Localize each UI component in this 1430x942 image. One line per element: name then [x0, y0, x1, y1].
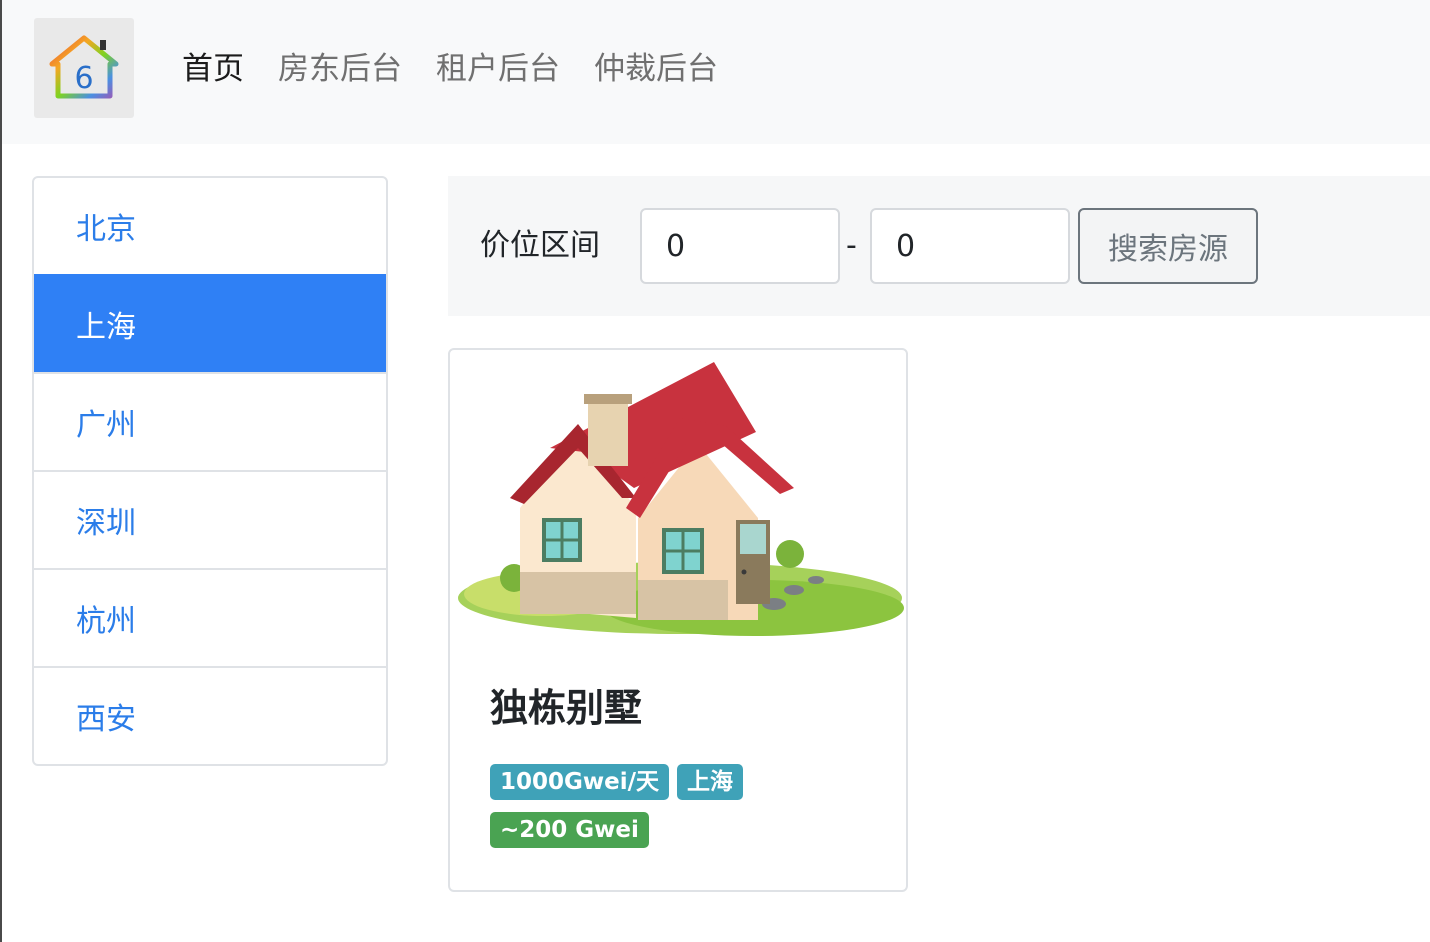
deposit-badge: ~200 Gwei [490, 812, 649, 848]
nav-home-link[interactable]: 首页 [182, 44, 244, 94]
home-logo-icon[interactable]: 6 [34, 18, 134, 118]
top-navbar: 6 首页 房东后台 租户后台 仲裁后台 [2, 0, 1430, 144]
nav-arbitration-link[interactable]: 仲裁后台 [594, 44, 718, 94]
city-item-shenzhen[interactable]: 深圳 [34, 470, 386, 568]
listing-badges: 1000Gwei/天 上海 ~200 Gwei [490, 764, 890, 860]
price-range-separator: - [846, 228, 857, 263]
nav-landlord-link[interactable]: 房东后台 [278, 44, 402, 94]
price-filter-bar: 价位区间 - 搜索房源 [448, 176, 1430, 316]
nav-tenant-link[interactable]: 租户后台 [436, 44, 560, 94]
city-item-guangzhou[interactable]: 广州 [34, 372, 386, 470]
city-list: 北京 上海 广州 深圳 杭州 西安 [32, 176, 388, 766]
house-illustration [458, 362, 904, 636]
price-max-input[interactable] [870, 208, 1070, 284]
svg-text:6: 6 [74, 61, 93, 96]
city-item-shanghai[interactable]: 上海 [34, 274, 386, 372]
price-range-label: 价位区间 [480, 228, 600, 263]
city-item-beijing[interactable]: 北京 [34, 178, 386, 274]
city-item-xian[interactable]: 西安 [34, 666, 386, 764]
price-min-input[interactable] [640, 208, 840, 284]
main-nav: 首页 房东后台 租户后台 仲裁后台 [182, 44, 718, 94]
city-badge: 上海 [677, 764, 744, 800]
listing-title[interactable]: 独栋别墅 [490, 682, 642, 734]
listing-card[interactable]: 独栋别墅 1000Gwei/天 上海 ~200 Gwei [448, 348, 908, 892]
search-listings-button[interactable]: 搜索房源 [1078, 208, 1258, 284]
city-item-hangzhou[interactable]: 杭州 [34, 568, 386, 666]
price-badge: 1000Gwei/天 [490, 764, 670, 800]
